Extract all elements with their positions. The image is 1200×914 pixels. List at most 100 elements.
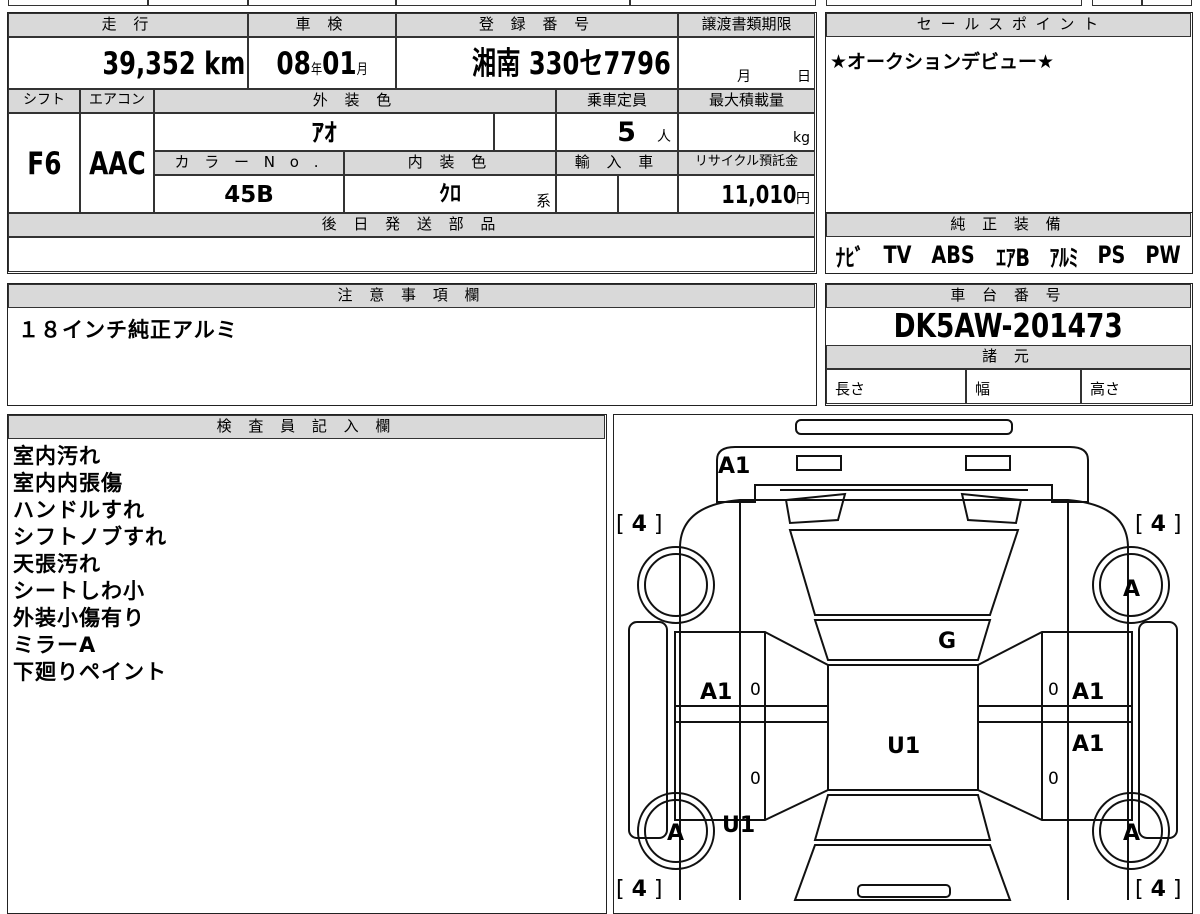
equipment-header: 純 正 装 備 [826,213,1191,237]
equipment-item-abs: ABS [931,241,976,269]
specs-header: 諸 元 [826,345,1191,369]
later-parts-cell [8,237,815,272]
mileage-header: 走 行 [8,13,248,37]
interior-color-value: ｸﾛ [438,182,461,207]
equipment-item-navi: ﾅﾋﾞ [835,243,865,272]
inspector-note: ハンドルすれ [13,498,145,522]
inspector-note: 下廻りペイント [13,660,167,684]
notes-header: 注 意 事 項 欄 [8,284,815,308]
transfer-deadline-header: 譲渡書類期限 [678,13,815,37]
tread-value: 4 [631,512,646,537]
registration-header: 登 録 番 号 [396,13,678,37]
chassis-number-cell: DK5AW-201473 [826,306,1191,346]
recycle-unit: 円 [796,191,810,207]
diag-zero: 0 [1048,769,1059,789]
equipment-item-pw: PW [1145,241,1181,269]
later-parts-header: 後 日 発 送 部 品 [8,213,815,237]
diag-roof: U1 [887,734,920,759]
recycle-cell: 11,010円 [678,175,815,213]
diag-windshield: G [938,629,956,654]
equipment-item-airbag: ｴｱB [996,243,1031,272]
inspection-cell: 08年01月 [248,37,396,89]
inspection-header: 車 検 [248,13,396,37]
aircon-cell: AAC [80,113,154,213]
max-load-header: 最大積載量 [678,89,815,113]
recycle-header: リサイクル預託金 [678,151,815,175]
car-damage-diagram: A1 G U1 A1 A1 A1 U1 A A A 0 0 0 0 [ 4 ] … [613,414,1193,914]
diag-right-front-door: A1 [1072,680,1104,705]
tread-front-right: [ 4 ] [1135,512,1181,537]
shift-header: シフト [8,89,80,113]
inspection-year-unit: 年 [310,62,322,78]
color-no-cell: 45B [154,175,344,213]
inspector-note: ミラーA [13,633,97,657]
transfer-deadline-cell: 月 日 [678,37,815,89]
inspector-note: シートしわ小 [13,579,145,603]
mileage-unit: km [203,46,245,82]
registration-value: 湘南 330セ7796 [472,46,671,82]
recycle-value: 11,010 [720,180,796,209]
max-load-unit: kg [793,130,810,146]
interior-color-suffix: 系 [535,192,551,210]
diag-right-rear-wheel: A [1123,821,1140,846]
import-cell-1 [556,175,618,213]
equipment-item-alloy: ｱﾙﾐ [1050,243,1079,272]
sales-point-text: ★オークションデビュー★ [830,51,1055,73]
diag-left-rear-wheel: A [667,821,684,846]
diag-zero: 0 [750,680,761,700]
tread-value: 4 [1150,512,1165,537]
inspection-year: 08 [276,46,311,82]
deadline-month-unit: 月 [737,69,751,85]
inspector-note: 室内汚れ [13,444,101,468]
mileage-value: 39,352 [101,46,196,82]
color-no-value: 45B [224,182,274,208]
inspector-box: 検 査 員 記 入 欄 室内汚れ 室内内張傷 ハンドルすれ シフトノブすれ 天張… [7,414,607,914]
sales-point-box: セ ー ル ス ポ イ ン ト ★オークションデビュー★ [825,12,1193,214]
exterior-color-header: 外 装 色 [154,89,556,113]
shift-value: F6 [26,146,62,182]
inspection-month-unit: 月 [356,62,368,78]
notes-box: 注 意 事 項 欄 １８インチ純正アルミ [7,283,817,406]
diag-left-front-door: A1 [700,680,732,705]
chassis-header: 車 台 番 号 [826,284,1191,308]
inspector-note: 室内内張傷 [13,471,123,495]
chassis-box: 車 台 番 号 DK5AW-201473 諸 元 長さ 幅 高さ [825,283,1193,406]
sales-point-header: セ ー ル ス ポ イ ン ト [826,13,1191,37]
registration-cell: 湘南 330セ7796 [396,37,678,89]
color-no-header: カ ラ ー N o . [154,151,344,175]
inspector-header: 検 査 員 記 入 欄 [8,415,605,439]
capacity-cell: 5 人 [556,113,678,151]
equipment-item-tv: TV [883,241,912,269]
equipment-list: ﾅﾋﾞ TV ABS ｴｱB ｱﾙﾐ PS PW [826,239,1191,272]
equipment-item-ps: PS [1097,241,1126,269]
tread-rear-left: [ 4 ] [616,877,662,902]
diag-right-rear-door: A1 [1072,732,1104,757]
spec-width: 幅 [966,369,1081,404]
exterior-color-value: ｱｵ [311,118,337,147]
capacity-value: 5 [617,117,636,148]
deadline-day-unit: 日 [797,69,811,85]
max-load-cell: kg [678,113,815,151]
diag-left-rear-fender: U1 [722,813,755,838]
diag-zero: 0 [750,769,761,789]
capacity-unit: 人 [657,129,671,145]
aircon-header: エアコン [80,89,154,113]
notes-text: １８インチ純正アルミ [18,318,238,342]
import-header: 輸 入 車 [556,151,678,175]
mileage-cell: 39,352 km [8,37,248,89]
tread-front-left: [ 4 ] [616,512,662,537]
chassis-number-value: DK5AW-201473 [893,306,1124,345]
inspection-month: 01 [322,46,357,82]
spec-length: 長さ [826,369,966,404]
tread-rear-right: [ 4 ] [1135,877,1181,902]
car-outline-svg: A1 G U1 A1 A1 A1 U1 A A A 0 0 0 0 [ 4 ] … [616,418,1181,902]
spec-height: 高さ [1081,369,1191,404]
tread-value: 4 [1150,877,1165,902]
aircon-value: AAC [88,146,146,182]
diag-zero: 0 [1048,680,1059,700]
import-cell-2 [618,175,678,213]
shift-cell: F6 [8,113,80,213]
tread-value: 4 [631,877,646,902]
diag-right-front-wheel: A [1123,577,1140,602]
exterior-color-extra-cell [494,113,556,151]
